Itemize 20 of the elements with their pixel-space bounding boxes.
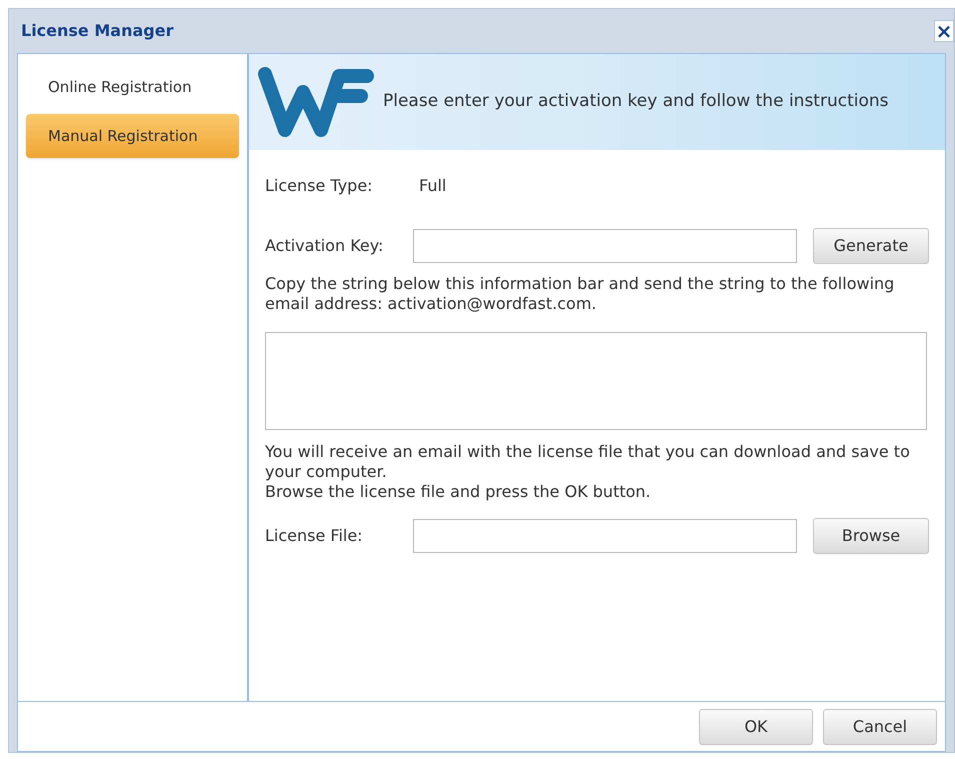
header-text: Please enter your activation key and follow the instructions — [383, 90, 888, 114]
instructions-text: Copy the string below this information bar and send the string to the following email address: activation@wordfast.com. — [265, 274, 896, 314]
close-button[interactable]: × — [934, 20, 954, 42]
window-title: License Manager — [21, 20, 174, 42]
logo-icon — [257, 64, 375, 140]
license-file-field[interactable] — [413, 519, 797, 553]
request-string-field[interactable] — [265, 332, 927, 430]
license-type-value: Full — [419, 175, 446, 197]
browse-button[interactable]: Browse — [813, 518, 929, 554]
sidebar-item[interactable]: Manual Registration — [26, 114, 239, 158]
dialog-button[interactable]: OK — [699, 708, 813, 744]
instruction-note: You will receive an email with the license file that you can download and save to your computer. — [265, 442, 911, 482]
sidebar-item[interactable]: Online Registration — [26, 68, 239, 106]
dialog-button[interactable]: Cancel — [823, 708, 937, 744]
activation-key-field[interactable] — [413, 229, 797, 263]
license-type-label: License Type: — [265, 175, 374, 197]
activation-key-label: Activation Key: — [265, 235, 384, 257]
generate-button[interactable]: Generate — [813, 228, 929, 264]
license-file-label: License File: — [265, 525, 364, 547]
instruction-note: Browse the license file and press the OK button. — [265, 482, 652, 502]
